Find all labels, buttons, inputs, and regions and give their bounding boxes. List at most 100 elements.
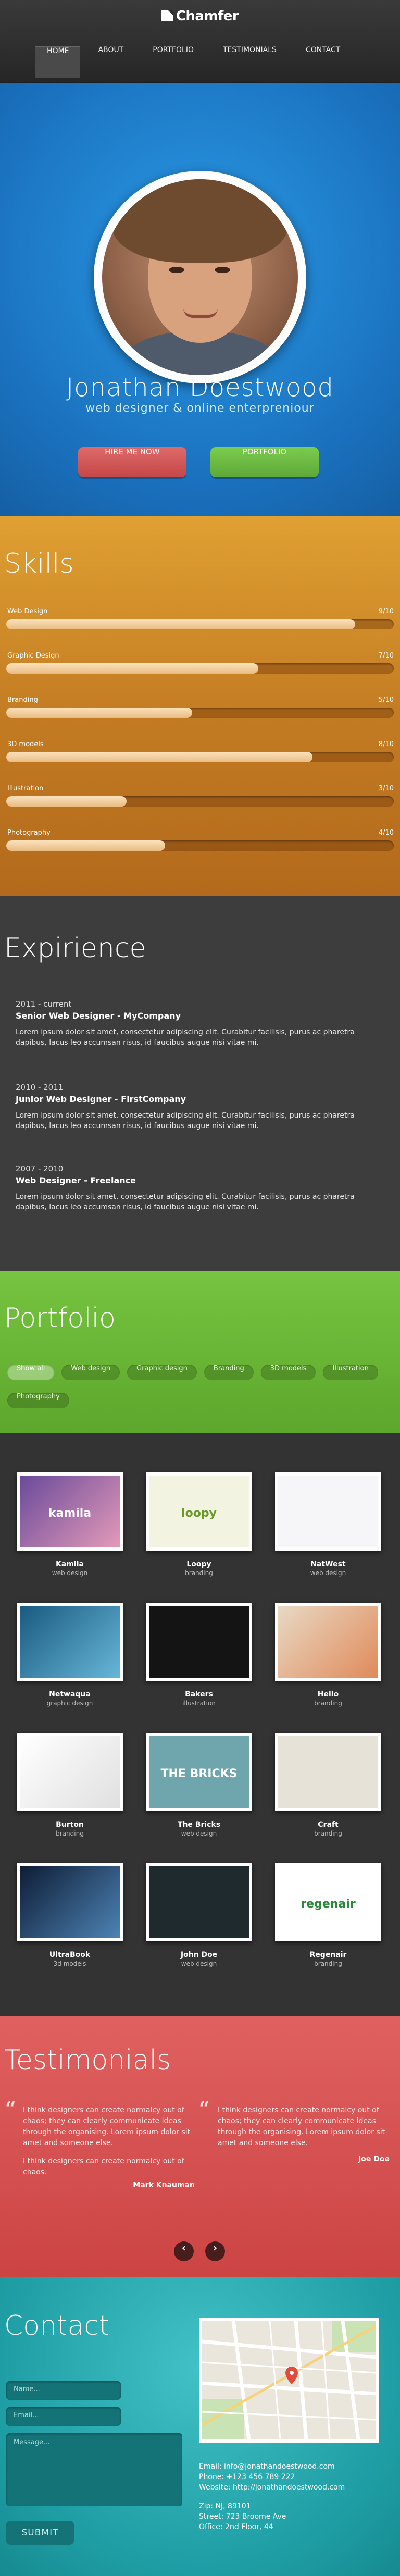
skill-label: Illustration [7, 785, 44, 792]
portfolio-thumbnail[interactable] [146, 1603, 252, 1681]
location-map[interactable] [199, 2318, 379, 2443]
nav-testimonials[interactable]: TESTIMONIALS [211, 46, 288, 78]
portfolio-item[interactable]: John Doe web design [142, 1863, 256, 1967]
quote-icon: “ [5, 2098, 16, 2120]
filter-graphic-design[interactable]: Graphic design [127, 1365, 197, 1380]
skill-label: Web Design [7, 608, 48, 615]
portfolio-item[interactable]: UltraBook 3d models [12, 1863, 127, 1967]
portfolio-thumbnail[interactable] [146, 1863, 252, 1941]
experience-role: Web Designer - Freelance [16, 1175, 136, 1185]
skill-score: 3/10 [378, 785, 394, 792]
portfolio-item-name: UltraBook [49, 1951, 91, 1959]
portfolio-item[interactable]: loopy Loopy branding [142, 1472, 256, 1577]
testimonial-text: I think designers can create normalcy ou… [23, 2106, 191, 2147]
hero-tagline: web designer & online enterpreniour [85, 402, 315, 415]
experience-desc: Lorem ipsum dolor sit amet, consectetur … [16, 1193, 355, 1211]
experience-date: 2010 - 2011 [16, 1083, 64, 1092]
filter-show-all[interactable]: Show all [7, 1365, 55, 1380]
portfolio-thumbnail[interactable] [17, 1603, 123, 1681]
filter-branding[interactable]: Branding [204, 1365, 254, 1380]
experience-item: 2010 - 2011 Junior Web Designer - FirstC… [16, 1083, 380, 1131]
portfolio-item-category: web design [181, 1960, 217, 1967]
contact-zip: Zip: NJ, 89101 [199, 2502, 251, 2510]
portfolio-item-name: Loopy [186, 1560, 211, 1568]
experience-date: 2011 - current [16, 999, 72, 1009]
portfolio-thumbnail[interactable] [275, 1603, 381, 1681]
filter-photography[interactable]: Photography [7, 1393, 69, 1408]
brand-logo[interactable]: Chamfer [0, 8, 400, 24]
portfolio-gallery: kamila Kamila web design loopy Loopy branding… [0, 1433, 400, 2016]
portfolio-item[interactable]: kamila Kamila web design [12, 1472, 127, 1577]
quote-icon: “ [199, 2098, 210, 2120]
portfolio-item-category: graphic design [46, 1700, 93, 1707]
portfolio-item[interactable]: THE BRICKS The Bricks web design [142, 1733, 256, 1837]
portfolio-item[interactable]: Craft branding [271, 1733, 385, 1837]
portfolio-item[interactable]: Burton branding [12, 1733, 127, 1837]
portfolio-item-category: branding [185, 1569, 213, 1577]
portfolio-section: Portfolio Show all Web design Graphic desi… [0, 1271, 400, 1433]
logo-icon [161, 10, 173, 21]
experience-role: Senior Web Designer - MyCompany [16, 1011, 181, 1021]
portfolio-thumbnail[interactable]: kamila [17, 1472, 123, 1551]
contact-street: Street: 723 Broome Ave [199, 2512, 286, 2521]
thumbnail-caption: loopy [181, 1507, 217, 1520]
portfolio-thumbnail[interactable] [17, 1733, 123, 1811]
hero-name: Jonathan Doestwood [66, 373, 334, 402]
contact-website-link[interactable]: http://jonathandoestwood.com [233, 2483, 345, 2492]
message-field[interactable]: Message... [6, 2433, 182, 2506]
portfolio-item[interactable]: NatWest web design [271, 1472, 385, 1577]
filter-illustration[interactable]: Illustration [323, 1365, 378, 1380]
name-field[interactable]: Name... [6, 2381, 121, 2400]
skills-title: Skills [4, 548, 74, 579]
portfolio-item-name: The Bricks [177, 1820, 221, 1829]
contact-phone: Phone: +123 456 789 222 [199, 2473, 295, 2481]
filter-web-design[interactable]: Web design [61, 1365, 120, 1380]
portfolio-item[interactable]: Bakers illustration [142, 1603, 256, 1707]
filter-3d-models[interactable]: 3D models [260, 1365, 316, 1380]
email-field[interactable]: Email... [6, 2407, 121, 2426]
main-nav: HOME ABOUT PORTFOLIO TESTIMONIALS CONTAC… [35, 46, 358, 78]
portfolio-item-name: John Doe [180, 1951, 218, 1959]
portfolio-button[interactable]: PORTFOLIO [210, 447, 319, 477]
portfolio-thumbnail[interactable] [17, 1863, 123, 1941]
contact-title: Contact [4, 2310, 110, 2342]
skill-bar [6, 796, 394, 807]
portfolio-item-name: Bakers [185, 1690, 213, 1699]
portfolio-item[interactable]: Netwaqua graphic design [12, 1603, 127, 1707]
skill-score: 9/10 [378, 608, 394, 615]
portfolio-item-category: branding [314, 1830, 342, 1837]
skill-bar-fill [6, 708, 193, 718]
submit-button[interactable]: SUBMIT [6, 2521, 74, 2545]
portfolio-thumbnail[interactable]: loopy [146, 1472, 252, 1551]
portfolio-item-name: NatWest [310, 1560, 346, 1568]
next-arrow-icon[interactable]: › [205, 2241, 225, 2261]
portfolio-item-category: branding [314, 1960, 342, 1967]
nav-home[interactable]: HOME [35, 46, 81, 78]
hire-me-button[interactable]: HIRE ME NOW [78, 447, 186, 477]
skill-bar-fill [6, 796, 127, 807]
testimonial-author: Joe Doe [358, 2155, 390, 2163]
nav-contact[interactable]: CONTACT [294, 46, 352, 78]
portfolio-thumbnail[interactable] [275, 1733, 381, 1811]
contact-email-link[interactable]: info@jonathandoestwood.com [224, 2462, 335, 2471]
contact-office: Office: 2nd Floor, 44 [199, 2523, 273, 2531]
portfolio-item-name: Burton [56, 1820, 84, 1829]
nav-about[interactable]: ABOUT [86, 46, 135, 78]
portfolio-thumbnail[interactable]: regenair [275, 1863, 381, 1941]
nav-portfolio[interactable]: PORTFOLIO [141, 46, 205, 78]
prev-arrow-icon[interactable]: ‹ [174, 2241, 194, 2261]
contact-email-line: Email: info@jonathandoestwood.com [199, 2462, 335, 2471]
portfolio-item[interactable]: Hello branding [271, 1603, 385, 1707]
portfolio-item[interactable]: regenair Regenair branding [271, 1863, 385, 1967]
skill-label: Photography [7, 829, 51, 837]
portfolio-item-category: web design [52, 1569, 88, 1577]
testimonial-text-extra: I think designers can create normalcy ou… [23, 2157, 184, 2176]
portfolio-thumbnail[interactable]: THE BRICKS [146, 1733, 252, 1811]
contact-website-line: Website: http://jonathandoestwood.com [199, 2483, 345, 2492]
portfolio-item-name: Craft [318, 1820, 339, 1829]
hero-section: Jonathan Doestwood web designer & online… [0, 83, 400, 516]
experience-item: 2011 - current Senior Web Designer - MyC… [16, 999, 380, 1048]
portfolio-thumbnail[interactable] [275, 1472, 381, 1551]
skill-score: 5/10 [378, 696, 394, 704]
testimonial-author: Mark Knauman [133, 2181, 195, 2189]
